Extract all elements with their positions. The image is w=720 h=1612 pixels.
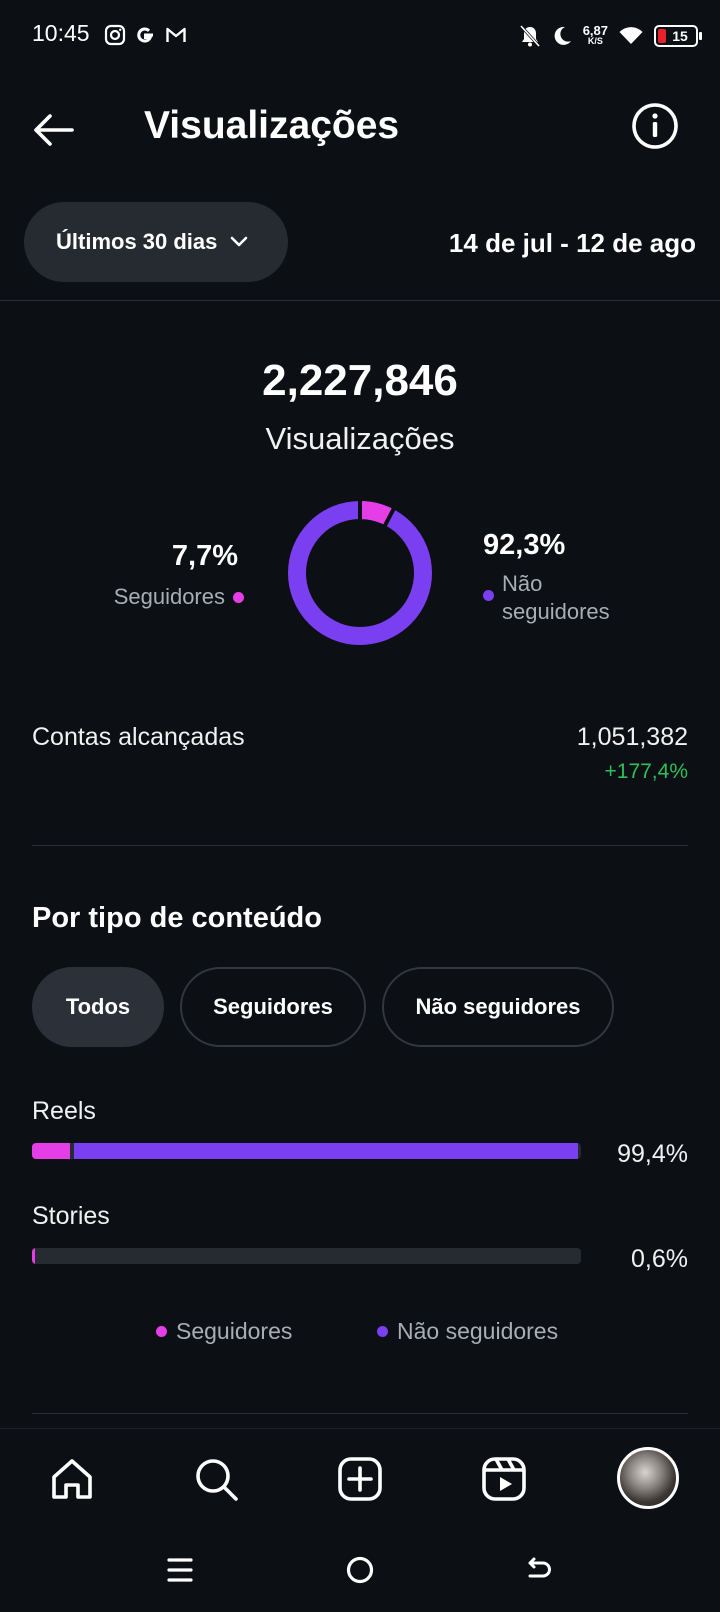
date-range-text: 14 de jul - 12 de ago (448, 228, 696, 258)
create-icon[interactable] (332, 1451, 388, 1507)
non-followers-dot (483, 590, 494, 601)
chip-label: Seguidores (213, 994, 333, 1019)
date-range-dropdown[interactable]: Últimos 30 dias (24, 202, 288, 282)
stories-bar-followers (32, 1248, 35, 1264)
non-followers-legend: Não seguidores (483, 570, 632, 626)
legend-followers: Seguidores (156, 1318, 292, 1345)
followers-legend: Seguidores (114, 584, 244, 610)
legend-non-followers-label: Não seguidores (397, 1318, 559, 1344)
stories-percentage: 0,6% (631, 1245, 688, 1273)
non-followers-percentage: 92,3% (483, 529, 566, 561)
reels-percentage: 99,4% (617, 1140, 688, 1168)
divider (32, 845, 688, 846)
accounts-reached-value: 1,051,382 (576, 723, 688, 751)
divider (32, 1413, 688, 1414)
gmail-icon (166, 27, 186, 42)
reels-label: Reels (32, 1097, 96, 1125)
followers-percentage: 7,7% (171, 540, 238, 572)
date-range-dropdown-label: Últimos 30 dias (56, 229, 218, 254)
wifi-icon (619, 27, 643, 44)
reels-bar-followers (32, 1143, 70, 1159)
reels-bar-non-followers (74, 1143, 578, 1159)
search-icon[interactable] (188, 1451, 244, 1507)
legend-non-followers: Não seguidores (377, 1318, 558, 1345)
back-icon[interactable] (518, 1548, 562, 1592)
status-bar: 10:45 6,87 K/S 15 (0, 0, 720, 72)
status-time: 10:45 (32, 20, 90, 46)
accounts-reached-change: +177,4% (604, 760, 689, 783)
non-followers-label: Não seguidores (502, 571, 610, 624)
network-speed: 6,87 K/S (582, 23, 608, 46)
reels-icon[interactable] (476, 1451, 532, 1507)
back-arrow-icon[interactable] (28, 104, 80, 156)
chip-seguidores[interactable]: Seguidores (180, 967, 366, 1047)
chip-label: Todos (65, 994, 131, 1019)
system-nav-bar (0, 1528, 720, 1612)
chip-label: Não seguidores (415, 994, 581, 1019)
profile-avatar[interactable] (617, 1447, 679, 1509)
home-icon[interactable] (44, 1451, 100, 1507)
reels-bar (32, 1143, 581, 1159)
stories-label: Stories (32, 1202, 110, 1230)
chip-todos[interactable]: Todos (32, 967, 164, 1047)
accounts-reached-label: Contas alcançadas (32, 723, 245, 751)
legend-followers-label: Seguidores (176, 1318, 293, 1344)
battery-icon: 15 (654, 25, 702, 47)
legend-followers-dot (156, 1326, 167, 1337)
header: Visualizações (0, 80, 720, 176)
bottom-nav (0, 1428, 720, 1528)
divider (0, 300, 720, 301)
dnd-bell-icon (519, 24, 540, 48)
legend-non-followers-dot (377, 1326, 388, 1337)
followers-dot (233, 591, 244, 603)
google-icon (137, 27, 153, 43)
followers-donut-chart (288, 500, 432, 645)
total-views: 2,227,846 (262, 356, 458, 405)
recents-icon[interactable] (158, 1548, 202, 1592)
instagram-icon (104, 24, 126, 46)
followers-label: Seguidores (113, 584, 225, 609)
content-type-title: Por tipo de conteúdo (32, 902, 322, 934)
page-title: Visualizações (144, 104, 400, 147)
stories-bar (32, 1248, 581, 1264)
chip-nao-seguidores[interactable]: Não seguidores (382, 967, 614, 1047)
home-circle-icon[interactable] (338, 1548, 382, 1592)
chevron-down-icon (231, 236, 248, 247)
moon-icon (554, 26, 571, 45)
total-views-label: Visualizações (265, 421, 455, 456)
info-icon[interactable] (630, 101, 680, 151)
donut-non-followers-arc (288, 501, 432, 645)
